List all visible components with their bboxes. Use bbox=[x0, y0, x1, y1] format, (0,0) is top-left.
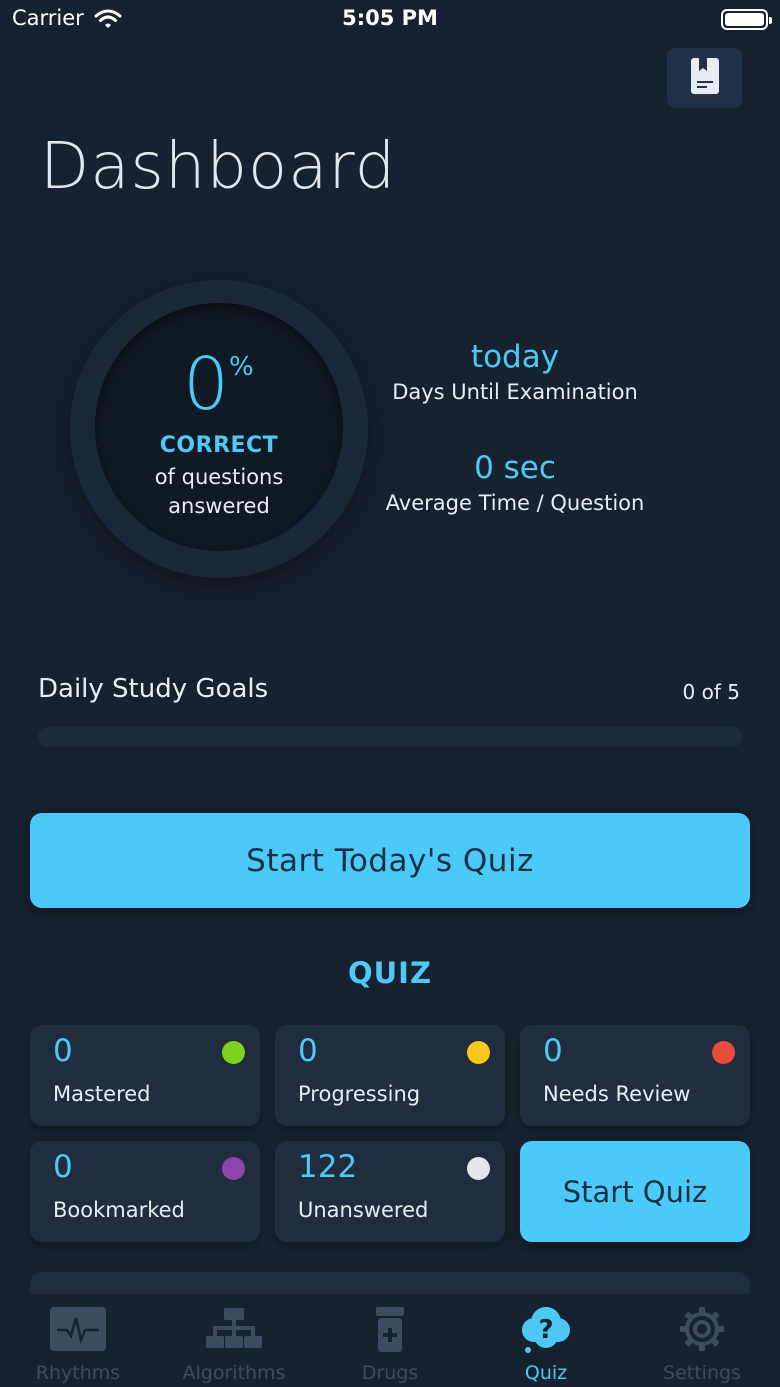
needs-review-count: 0 bbox=[543, 1033, 563, 1069]
mastered-dot bbox=[222, 1041, 245, 1064]
flowchart-icon bbox=[205, 1306, 263, 1356]
answered-caption-line1: of questions bbox=[154, 465, 284, 489]
notes-button[interactable] bbox=[667, 48, 742, 108]
average-time-stat: 0 sec Average Time / Question bbox=[385, 448, 645, 518]
book-icon bbox=[690, 57, 720, 99]
tab-drugs[interactable]: Drugs bbox=[312, 1300, 468, 1387]
battery-icon bbox=[721, 9, 772, 30]
quiz-section-heading: QUIZ bbox=[347, 956, 433, 990]
percent-sign: % bbox=[229, 352, 254, 382]
daily-goals-title: Daily Study Goals bbox=[38, 674, 269, 704]
start-todays-quiz-button[interactable]: Start Today's Quiz bbox=[30, 813, 750, 908]
daily-goals-progress-bar bbox=[38, 727, 742, 747]
bookmarked-label: Bookmarked bbox=[53, 1198, 185, 1222]
mastered-label: Mastered bbox=[53, 1082, 151, 1106]
quiz-card-bookmarked[interactable]: 0 Bookmarked bbox=[30, 1141, 260, 1242]
tab-algorithms-label: Algorithms bbox=[182, 1362, 286, 1384]
svg-text:?: ? bbox=[538, 1315, 553, 1345]
average-time-label: Average Time / Question bbox=[385, 491, 645, 515]
correct-label: CORRECT bbox=[159, 433, 279, 458]
progressing-count: 0 bbox=[298, 1033, 318, 1069]
average-time-value: 0 sec bbox=[474, 450, 556, 486]
tab-drugs-label: Drugs bbox=[361, 1362, 419, 1384]
gear-icon bbox=[679, 1306, 725, 1356]
unanswered-dot bbox=[467, 1157, 490, 1180]
quiz-card-needs-review[interactable]: 0 Needs Review bbox=[520, 1025, 750, 1126]
days-until-exam-stat: today Days Until Examination bbox=[385, 337, 645, 407]
answered-caption: of questions answered bbox=[95, 463, 343, 521]
start-quiz-button[interactable]: Start Quiz bbox=[520, 1141, 750, 1242]
tab-quiz-label: Quiz bbox=[524, 1362, 568, 1384]
page-title: Dashboard bbox=[40, 130, 397, 204]
quiz-card-progressing[interactable]: 0 Progressing bbox=[275, 1025, 505, 1126]
tab-algorithms[interactable]: Algorithms bbox=[156, 1300, 312, 1387]
ecg-icon bbox=[49, 1306, 107, 1356]
days-until-exam-label: Days Until Examination bbox=[392, 380, 638, 404]
quiz-card-unanswered[interactable]: 122 Unanswered bbox=[275, 1141, 505, 1242]
bookmarked-count: 0 bbox=[53, 1149, 73, 1185]
bookmarked-dot bbox=[222, 1157, 245, 1180]
tab-rhythms-label: Rhythms bbox=[35, 1362, 121, 1384]
needs-review-dot bbox=[712, 1041, 735, 1064]
daily-goals-count: 0 of 5 bbox=[682, 680, 740, 704]
days-until-exam-value: today bbox=[470, 339, 560, 375]
unanswered-count: 122 bbox=[298, 1149, 358, 1185]
pill-bottle-icon bbox=[373, 1306, 407, 1358]
tab-rhythms[interactable]: Rhythms bbox=[0, 1300, 156, 1387]
mastered-count: 0 bbox=[53, 1033, 73, 1069]
tab-quiz[interactable]: ? Quiz bbox=[468, 1300, 624, 1387]
tab-settings-label: Settings bbox=[663, 1362, 741, 1384]
quiz-card-mastered[interactable]: 0 Mastered bbox=[30, 1025, 260, 1126]
tab-settings[interactable]: Settings bbox=[624, 1300, 780, 1387]
answered-caption-line2: answered bbox=[168, 494, 270, 518]
unanswered-label: Unanswered bbox=[298, 1198, 429, 1222]
progressing-dot bbox=[467, 1041, 490, 1064]
status-bar: Carrier 5:05 PM bbox=[0, 0, 780, 40]
question-bubble-icon: ? bbox=[520, 1306, 572, 1358]
needs-review-label: Needs Review bbox=[543, 1082, 691, 1106]
progressing-label: Progressing bbox=[298, 1082, 421, 1106]
clock: 5:05 PM bbox=[342, 6, 438, 30]
